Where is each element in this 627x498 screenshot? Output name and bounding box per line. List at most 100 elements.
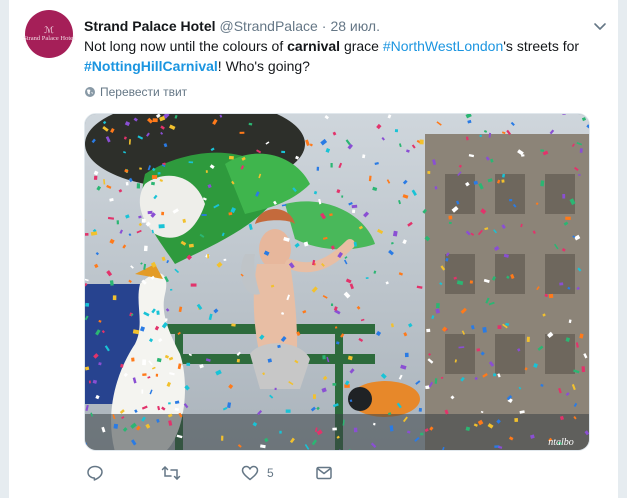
confetti-piece — [419, 139, 424, 145]
confetti-piece — [316, 166, 320, 171]
confetti-piece — [113, 423, 119, 429]
confetti-piece — [85, 233, 89, 236]
confetti-piece — [365, 277, 369, 279]
avatar-wordmark: Strand Palace Hotel — [23, 34, 75, 42]
tweet-actions: 5 — [84, 462, 384, 484]
confetti-piece — [436, 303, 440, 309]
confetti-piece — [131, 357, 135, 362]
confetti-piece — [281, 150, 286, 154]
confetti-piece — [476, 348, 481, 352]
confetti-piece — [353, 427, 358, 433]
confetti-piece — [239, 131, 245, 134]
confetti-piece — [125, 181, 129, 186]
confetti-piece — [221, 435, 224, 441]
confetti-piece — [548, 293, 554, 299]
confetti-piece — [559, 282, 564, 286]
heart-icon — [241, 465, 259, 481]
tweet-text-bold: carnival — [287, 38, 341, 54]
confetti-piece — [170, 288, 173, 291]
confetti-piece — [565, 216, 571, 220]
confetti-piece — [156, 310, 160, 315]
tweet-text-part: grace — [340, 38, 383, 54]
confetti-piece — [205, 170, 208, 173]
confetti-piece — [332, 383, 337, 386]
confetti-piece — [330, 163, 333, 168]
confetti-piece — [228, 155, 234, 160]
tweet-text-part: Not long now until the colours of — [84, 38, 288, 54]
confetti-piece — [188, 243, 194, 248]
confetti-piece — [448, 221, 452, 225]
confetti-piece — [351, 209, 356, 214]
confetti-piece — [139, 167, 142, 170]
tweet-date[interactable]: 28 июл. — [330, 18, 380, 34]
confetti-piece — [394, 129, 399, 133]
confetti-piece — [274, 387, 277, 391]
retweet-button[interactable] — [161, 464, 181, 482]
chevron-down-icon[interactable] — [592, 18, 608, 34]
confetti-piece — [190, 283, 197, 287]
confetti-piece — [578, 174, 581, 176]
reply-icon — [87, 465, 103, 481]
tweet-photo[interactable]: ntalbo — [84, 113, 590, 451]
confetti-piece — [501, 179, 505, 183]
confetti-piece — [158, 224, 165, 229]
confetti-piece — [373, 422, 376, 426]
confetti-piece — [322, 355, 326, 360]
confetti-piece — [161, 211, 165, 216]
author-name[interactable]: Strand Palace Hotel — [84, 18, 216, 34]
avatar-monogram: ℳ — [44, 24, 54, 35]
confetti-piece — [330, 303, 334, 306]
confetti-piece — [332, 427, 337, 431]
confetti-piece — [141, 389, 144, 394]
confetti-piece — [562, 194, 566, 199]
confetti-piece — [427, 171, 431, 174]
retweet-icon — [161, 466, 181, 480]
confetti-piece — [141, 218, 146, 223]
confetti-piece — [540, 180, 545, 187]
tweet-text: Not long now until the colours of carniv… — [84, 36, 604, 76]
hashtag-link[interactable]: #NottingHillCarnival — [84, 58, 218, 74]
confetti-piece — [112, 295, 117, 301]
confetti-piece — [469, 280, 473, 284]
globe-icon — [85, 87, 95, 97]
confetti-piece — [165, 318, 168, 322]
confetti-piece — [497, 325, 502, 329]
confetti-piece — [142, 359, 147, 366]
confetti-piece — [201, 214, 207, 216]
avatar[interactable]: ℳ Strand Palace Hotel — [23, 10, 75, 58]
tweet-header: Strand Palace Hotel @StrandPalace · 28 и… — [84, 16, 608, 36]
envelope-icon — [315, 466, 332, 480]
confetti-piece — [334, 326, 338, 329]
confetti-piece — [168, 402, 171, 405]
confetti-piece — [93, 175, 98, 180]
confetti-piece — [404, 352, 409, 358]
confetti-piece — [85, 302, 90, 307]
confetti-piece — [136, 183, 141, 189]
confetti-piece — [493, 373, 497, 377]
confetti-piece — [157, 172, 161, 175]
confetti-piece — [479, 134, 482, 137]
confetti-piece — [186, 362, 191, 366]
like-count: 5 — [267, 466, 274, 480]
confetti-piece — [207, 254, 209, 259]
confetti-piece — [228, 212, 233, 216]
confetti-piece — [420, 432, 424, 436]
confetti-piece — [279, 430, 282, 434]
confetti-piece — [285, 409, 291, 413]
translate-link[interactable]: Перевести твит — [84, 85, 187, 99]
author-handle[interactable]: @StrandPalace — [220, 18, 318, 34]
carnival-photo: ntalbo — [85, 114, 589, 450]
confetti-piece — [581, 366, 586, 373]
confetti-piece — [152, 118, 158, 123]
tweet-card[interactable]: ℳ Strand Palace Hotel Strand Palace Hote… — [8, 0, 619, 498]
confetti-piece — [418, 407, 422, 412]
hashtag-link[interactable]: #NorthWestLondon — [383, 38, 503, 54]
confetti-piece — [509, 199, 513, 202]
confetti-piece — [236, 358, 240, 363]
confetti-piece — [425, 385, 430, 390]
direct-message-button[interactable] — [315, 464, 333, 482]
confetti-piece — [223, 258, 227, 262]
reply-button[interactable] — [86, 464, 104, 482]
tweet-text-part: 's streets for — [503, 38, 580, 54]
like-button[interactable]: 5 — [241, 464, 274, 482]
